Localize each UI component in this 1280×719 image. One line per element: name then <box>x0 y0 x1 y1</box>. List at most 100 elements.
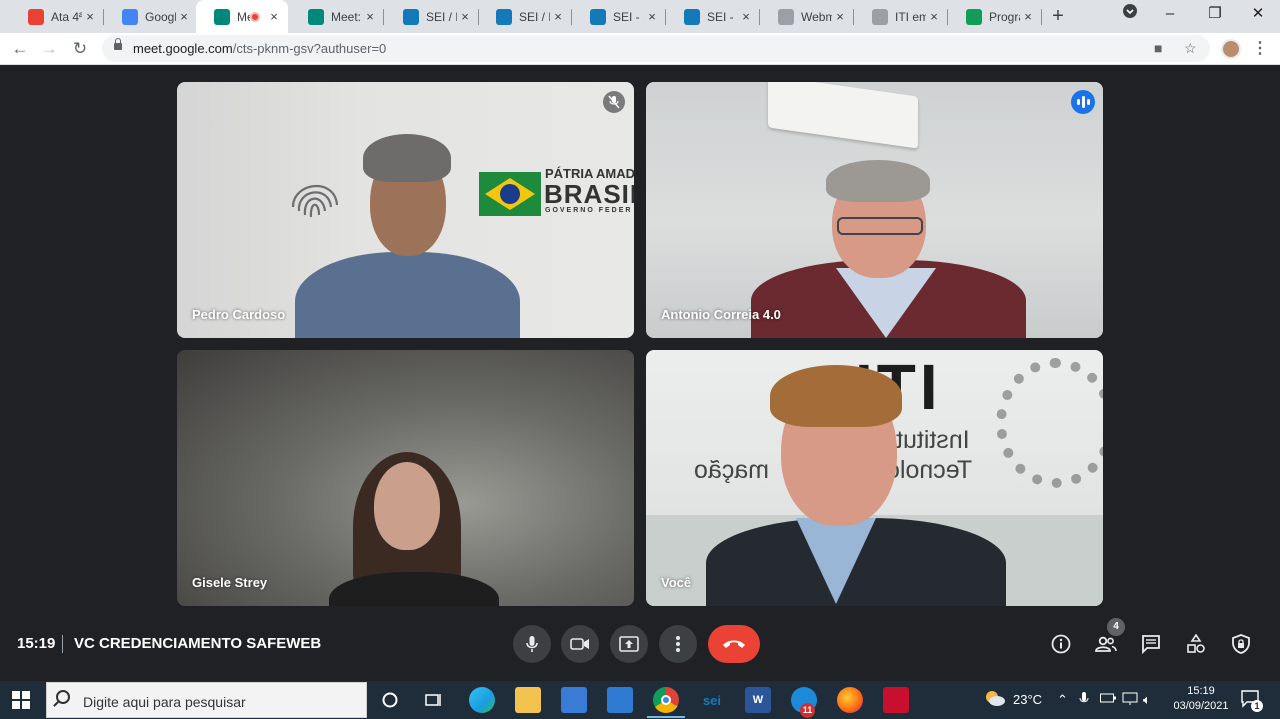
weather-cloud-icon[interactable] <box>984 690 1006 709</box>
speaking-indicator-icon <box>1071 90 1095 114</box>
volume-icon[interactable]: 🔈︎ <box>1143 692 1151 708</box>
minimize-icon[interactable]: – <box>1150 0 1190 30</box>
profile-avatar[interactable] <box>1221 39 1241 59</box>
leave-call-button[interactable] <box>708 625 760 663</box>
self-view-tile[interactable]: ITI Institut Tecnolo mação Você <box>646 350 1103 606</box>
chat-button[interactable] <box>1136 629 1166 659</box>
close-window-icon[interactable]: ✕ <box>1238 0 1278 30</box>
close-tab-icon[interactable]: × <box>457 9 473 24</box>
word-icon[interactable]: W <box>745 687 771 713</box>
camera-permission-icon[interactable]: ■ <box>1154 40 1162 56</box>
sei-icon <box>590 8 606 25</box>
firefox-icon[interactable] <box>837 687 863 713</box>
browser-tab[interactable]: Meet: × <box>290 0 384 33</box>
browser-tab[interactable]: SEI / M× <box>385 0 479 33</box>
browser-menu-icon[interactable]: ⋮ <box>1252 38 1268 58</box>
browser-tab[interactable]: Webm × <box>760 0 854 33</box>
recording-dot-icon <box>250 11 260 22</box>
taskbar-search-box[interactable]: Digite aqui para pesquisar <box>46 682 367 718</box>
url-path: /cts-pknm-gsv?authuser=0 <box>232 41 387 56</box>
close-tab-icon[interactable]: × <box>1020 9 1036 24</box>
bookmark-star-icon[interactable]: ☆ <box>1184 40 1197 57</box>
search-icon <box>56 690 70 704</box>
windows-taskbar: Digite aqui para pesquisar sei W 11 23°C… <box>0 681 1280 719</box>
tab-title: SEI - D <box>613 9 644 24</box>
tab-title: Meet: <box>331 9 362 24</box>
sei-icon[interactable]: sei <box>699 687 725 713</box>
mail-icon[interactable] <box>607 687 633 713</box>
network-icon[interactable] <box>1122 692 1138 709</box>
meeting-details-button[interactable] <box>1046 629 1076 659</box>
back-icon[interactable]: ← <box>7 36 33 62</box>
meeting-title: VC CREDENCIAMENTO SAFEWEB <box>74 635 322 652</box>
taskbar-clock[interactable]: 15:19 03/09/2021 <box>1170 684 1232 714</box>
hang-up-icon <box>723 640 745 648</box>
microphone-button[interactable] <box>513 625 551 663</box>
close-tab-icon[interactable]: × <box>644 9 660 24</box>
browser-tab[interactable]: ITI em × <box>854 0 948 33</box>
activities-button[interactable] <box>1181 629 1211 659</box>
task-view-icon[interactable] <box>421 687 447 713</box>
browser-tab[interactable]: Ata 4ª × <box>10 0 104 33</box>
participant-name: Antonio Correia 4.0 <box>661 307 781 322</box>
forward-icon[interactable]: → <box>36 36 62 62</box>
lock-icon[interactable] <box>114 38 122 50</box>
participant-tile[interactable]: PÁTRIA AMAD BRASIL GOVERNO FEDER Pedro C… <box>177 82 634 338</box>
close-tab-icon[interactable]: × <box>362 9 378 24</box>
sei-icon <box>496 8 512 25</box>
store-icon[interactable] <box>561 687 587 713</box>
cortana-icon[interactable] <box>377 687 403 713</box>
microphone-icon <box>526 636 538 652</box>
close-tab-icon[interactable]: × <box>266 9 282 24</box>
microphone-tray-icon[interactable] <box>1079 692 1089 709</box>
edge-icon[interactable] <box>469 687 495 713</box>
more-options-button[interactable] <box>659 625 697 663</box>
close-tab-icon[interactable]: × <box>176 9 192 24</box>
camera-button[interactable] <box>561 625 599 663</box>
search-placeholder: Digite aqui para pesquisar <box>83 694 246 710</box>
browser-tab[interactable]: Google× <box>104 0 198 33</box>
brand-line-2: BRASIL <box>544 179 634 209</box>
google-sheets-icon <box>966 8 982 25</box>
people-icon <box>1095 636 1117 652</box>
present-screen-icon <box>619 636 639 652</box>
tab-search-icon[interactable] <box>1110 0 1150 30</box>
new-tab-button[interactable]: + <box>1046 5 1070 29</box>
present-screen-button[interactable] <box>610 625 648 663</box>
participant-name: Gisele Strey <box>192 575 268 590</box>
close-tab-icon[interactable]: × <box>926 9 942 24</box>
iti-text-line-3: mação <box>694 456 770 484</box>
video-feed <box>177 350 634 606</box>
battery-icon[interactable] <box>1100 692 1116 707</box>
file-explorer-icon[interactable] <box>515 687 541 713</box>
participant-name: Pedro Cardoso <box>192 307 286 322</box>
notification-count-badge: 1 <box>1251 700 1263 712</box>
windows-start-icon[interactable] <box>12 691 30 709</box>
close-tab-icon[interactable]: × <box>832 9 848 24</box>
air-conditioner <box>768 82 918 149</box>
browser-tab[interactable]: Progra× <box>948 0 1042 33</box>
restore-icon[interactable]: ❐ <box>1195 0 1235 30</box>
show-hidden-icons-icon[interactable]: ⌃ <box>1057 692 1068 708</box>
browser-tab[interactable]: SEI - P× <box>666 0 760 33</box>
host-controls-button[interactable] <box>1226 629 1256 659</box>
close-tab-icon[interactable]: × <box>738 9 754 24</box>
browser-tab[interactable]: Me × <box>196 0 288 33</box>
reload-icon[interactable]: ↻ <box>67 36 93 62</box>
more-vert-icon <box>676 636 680 652</box>
acrobat-icon[interactable] <box>883 687 909 713</box>
chrome-icon[interactable] <box>647 687 685 718</box>
participant-tile-speaking[interactable]: Antonio Correia 4.0 <box>646 82 1103 338</box>
close-tab-icon[interactable]: × <box>82 9 98 24</box>
browser-tab-strip: Ata 4ª×Google×Me×Meet: ×SEI / M×SEI / M×… <box>0 0 1280 33</box>
address-bar[interactable]: meet.google.com/cts-pknm-gsv?authuser=0 … <box>102 35 1210 62</box>
meeting-controls-bar: 15:19 VC CREDENCIAMENTO SAFEWEB <box>0 615 1280 681</box>
close-tab-icon[interactable]: × <box>550 9 566 24</box>
browser-tab[interactable]: SEI / M× <box>478 0 572 33</box>
globe-icon <box>778 8 794 25</box>
browser-tab[interactable]: SEI - D× <box>572 0 666 33</box>
weather-temperature[interactable]: 23°C <box>1013 692 1042 707</box>
video-feed: ITI Institut Tecnolo mação <box>646 350 1103 606</box>
participant-tile[interactable]: Gisele Strey <box>177 350 634 606</box>
person-body <box>295 252 520 338</box>
